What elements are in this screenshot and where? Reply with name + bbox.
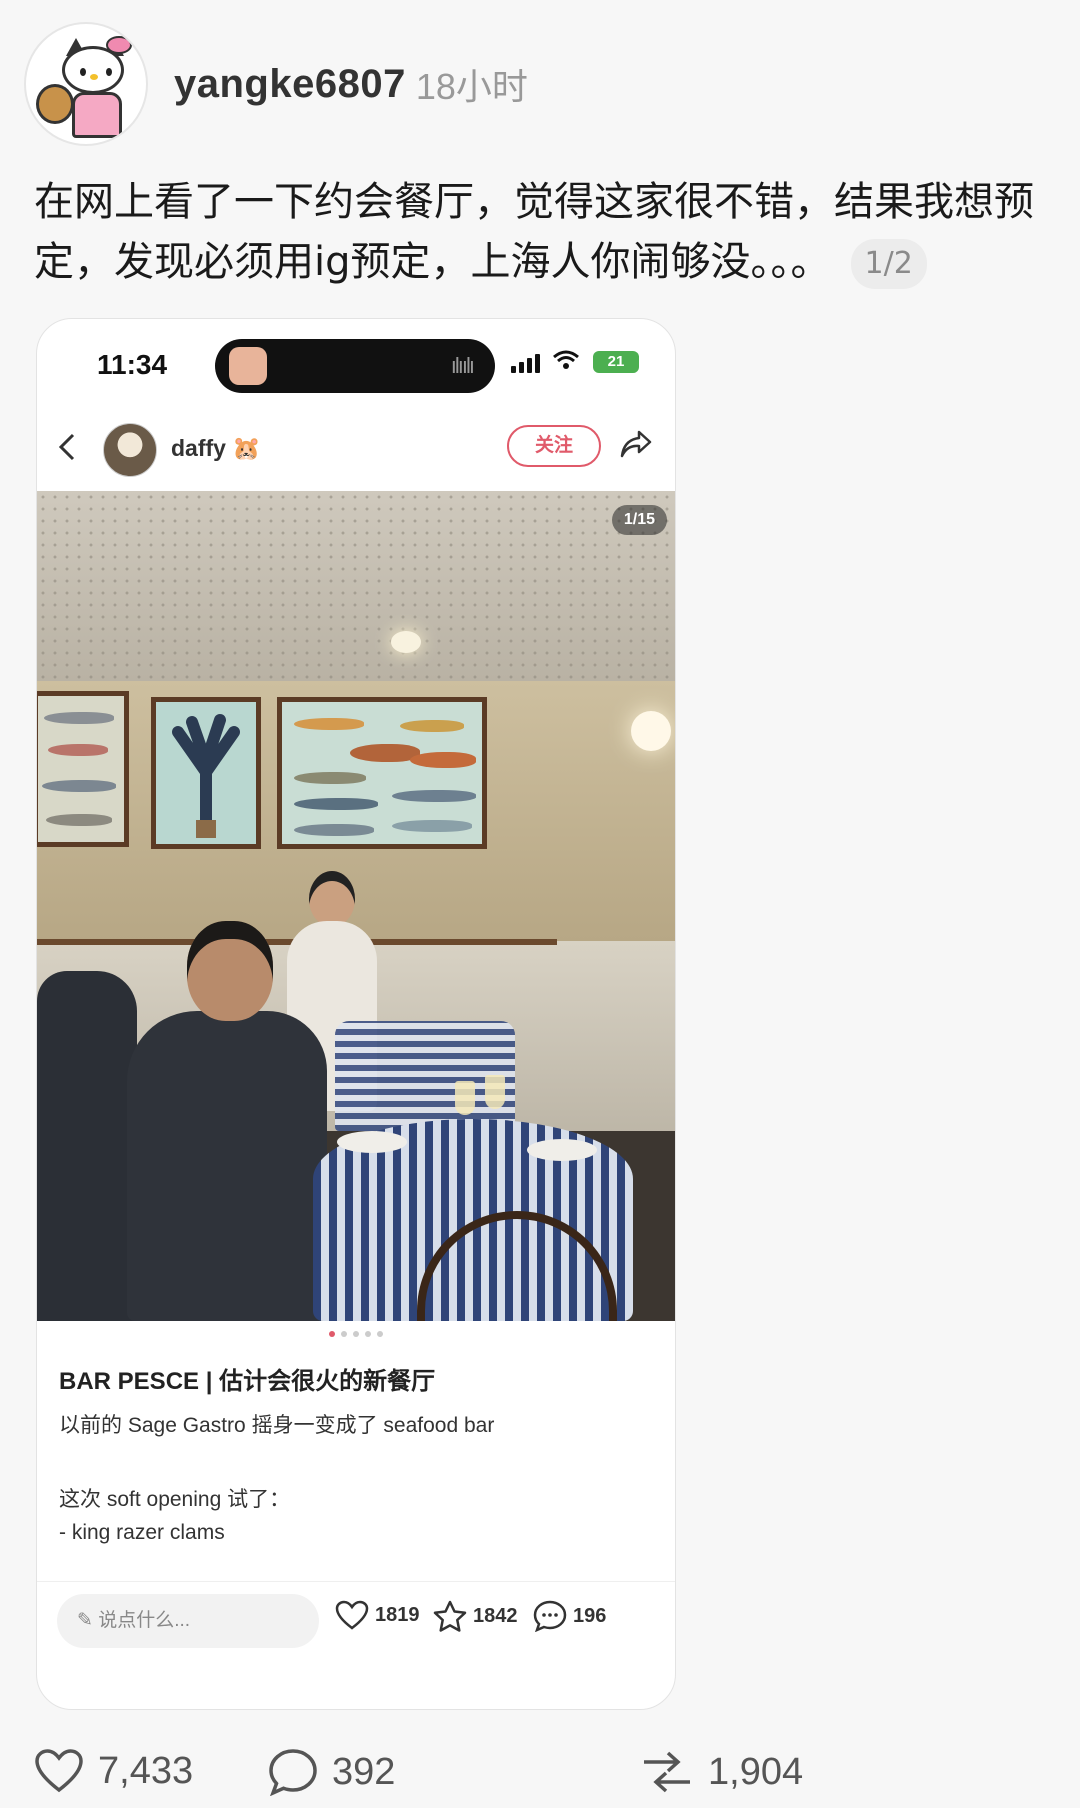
status-bar: 11:34 ılıılı 21 (37, 319, 675, 405)
wifi-icon (553, 347, 579, 378)
embedded-screenshot[interactable]: 11:34 ılıılı 21 daffy 🐹 关注 1/15 BAR PESC… (36, 318, 676, 1710)
note-like-button[interactable]: 1819 (335, 1600, 420, 1630)
photo-glass (455, 1081, 475, 1115)
photo-ceiling-texture (37, 491, 675, 681)
fish-print-left (37, 691, 129, 847)
photo-person-front (127, 1011, 327, 1321)
status-clock: 11:34 (97, 349, 168, 380)
post-text: 在网上看了一下约会餐厅，觉得这家很不错，结果我想预定，发现必须用ig预定，上海人… (34, 172, 1054, 292)
star-icon (433, 1600, 467, 1632)
heart-icon (335, 1600, 369, 1630)
audio-wave-icon: ılıılı (450, 353, 475, 378)
signal-icon (511, 353, 540, 373)
carousel-dot (377, 1331, 383, 1337)
comment-placeholder: 说点什么... (98, 1610, 191, 1631)
carousel-dot (365, 1331, 371, 1337)
note-line: - king razer clams (59, 1521, 225, 1544)
comment-input[interactable]: ✎ 说点什么... (57, 1594, 319, 1648)
heart-icon (35, 1749, 83, 1793)
post-time: 18小时 (415, 66, 528, 107)
comment-count: 392 (332, 1750, 396, 1793)
carousel-dot (353, 1331, 359, 1337)
note-like-count: 1819 (375, 1603, 420, 1626)
note-favorite-count: 1842 (473, 1604, 518, 1627)
share-icon[interactable] (619, 429, 653, 467)
carousel-dot (341, 1331, 347, 1337)
photo-plate (527, 1139, 597, 1161)
photo-ceiling-light (391, 631, 421, 653)
note-bottom-bar: ✎ 说点什么... 1819 1842 196 (37, 1581, 675, 1669)
avatar-bow (106, 36, 132, 54)
avatar-eye-right (106, 68, 112, 76)
pencil-icon: ✎ (77, 1610, 99, 1631)
avatar-bear (36, 84, 74, 124)
username[interactable]: yangke6807 (174, 62, 406, 107)
note-line: 以前的 Sage Gastro 摇身一变成了 seafood bar (59, 1414, 495, 1437)
photo-wall-lamp (631, 711, 671, 751)
photo-counter: 1/15 (611, 505, 667, 535)
photo-plate (337, 1131, 407, 1153)
island-avatar (229, 347, 267, 385)
back-icon[interactable] (55, 429, 79, 475)
note-favorite-button[interactable]: 1842 (433, 1600, 518, 1632)
note-line: 这次 soft opening 试了： (59, 1488, 291, 1511)
photo-person-back-head (309, 871, 355, 927)
avatar-eye-left (80, 68, 86, 76)
post-header: yangke6807 18小时 (24, 22, 528, 146)
fish-print-large (277, 697, 487, 849)
note-comment-button[interactable]: 196 (533, 1600, 606, 1632)
note-nav: daffy 🐹 关注 (37, 419, 675, 491)
repost-button[interactable]: 1,904 (640, 1748, 803, 1796)
note-title: BAR PESCE | 估计会很火的新餐厅 (59, 1368, 436, 1395)
like-button[interactable]: 7,433 (34, 1748, 193, 1794)
avatar-nose (90, 74, 98, 80)
coral-print (151, 697, 261, 849)
photo-glass (485, 1075, 505, 1109)
repost-count: 1,904 (708, 1750, 804, 1793)
comment-icon (269, 1749, 317, 1796)
restaurant-photo[interactable]: 1/15 (37, 491, 675, 1321)
author-avatar[interactable] (103, 423, 157, 477)
author-name[interactable]: daffy 🐹 (171, 435, 261, 462)
note-comment-count: 196 (573, 1604, 607, 1627)
comment-button[interactable]: 392 (268, 1748, 395, 1796)
repost-icon (644, 1751, 690, 1793)
photo-person-front-head (187, 921, 273, 1021)
photo-person-left (37, 971, 137, 1321)
page-badge: 1/2 (850, 239, 927, 289)
battery-indicator: 21 (593, 351, 639, 373)
carousel-dots (37, 1331, 675, 1337)
post-action-bar: 7,433 392 1,904 (0, 1738, 1080, 1808)
avatar[interactable] (24, 22, 148, 146)
like-count: 7,433 (98, 1749, 194, 1792)
carousel-dot (329, 1331, 335, 1337)
comment-icon (533, 1600, 567, 1632)
follow-button[interactable]: 关注 (507, 425, 601, 467)
dynamic-island: ılıılı (215, 339, 495, 393)
avatar-kitty-body (72, 92, 122, 138)
